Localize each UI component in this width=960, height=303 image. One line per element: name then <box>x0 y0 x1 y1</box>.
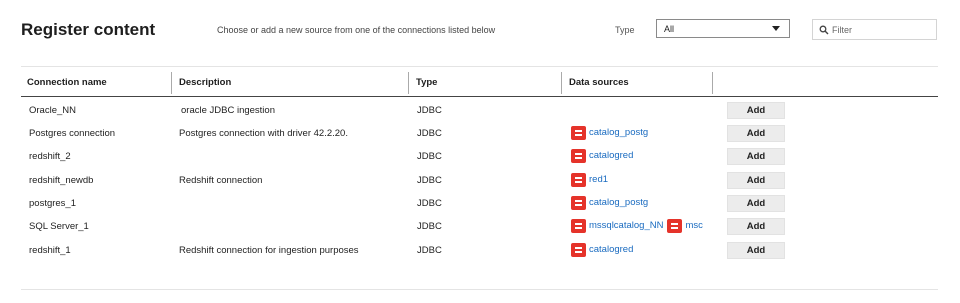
data-source-link[interactable]: catalogred <box>571 243 633 257</box>
data-sources-cell: catalog_postg <box>571 196 709 212</box>
database-icon <box>571 173 586 187</box>
table-row: redshift_2 JDBC catalogred Add <box>21 145 938 168</box>
connection-name: postgres_1 <box>29 198 77 209</box>
data-sources-cell: catalog_postg <box>571 126 709 142</box>
table-row: Postgres connection Postgres connection w… <box>21 122 938 145</box>
database-icon <box>571 196 586 210</box>
database-icon <box>571 149 586 163</box>
database-icon <box>571 219 586 233</box>
data-source-link[interactable]: msc <box>667 219 703 233</box>
data-sources-cell: red1 <box>571 173 709 189</box>
connection-name: Postgres connection <box>29 128 116 139</box>
data-source-link[interactable]: catalogred <box>571 149 633 163</box>
database-icon <box>571 126 586 140</box>
data-source-label: msc <box>685 220 703 231</box>
header-description: Description <box>179 77 232 88</box>
header-type: Type <box>416 77 438 88</box>
header-connection-name: Connection name <box>27 77 107 88</box>
connection-name: redshift_newdb <box>29 175 94 186</box>
connection-name: redshift_1 <box>29 245 71 256</box>
add-button[interactable]: Add <box>727 102 785 119</box>
add-button[interactable]: Add <box>727 125 785 142</box>
connection-description: oracle JDBC ingestion <box>181 105 275 116</box>
connection-type: JDBC <box>417 128 442 139</box>
connection-name: redshift_2 <box>29 151 71 162</box>
connection-description: Redshift connection for ingestion purpos… <box>179 245 359 256</box>
data-sources-cell: mssqlcatalog_NN msc <box>571 219 709 235</box>
data-source-link[interactable]: catalog_postg <box>571 196 648 210</box>
column-separator <box>171 72 172 94</box>
add-button[interactable]: Add <box>727 218 785 235</box>
add-button[interactable]: Add <box>727 148 785 165</box>
column-separator <box>561 72 562 94</box>
database-icon <box>571 243 586 257</box>
table-row: redshift_1 Redshift connection for ingest… <box>21 239 938 262</box>
data-source-link[interactable]: catalog_postg <box>571 126 648 140</box>
page-title: Register content <box>21 20 156 39</box>
column-separator <box>712 72 713 94</box>
column-separator <box>408 72 409 94</box>
table-row: SQL Server_1 JDBC mssqlcatalog_NN msc Add <box>21 215 938 238</box>
connection-name: Oracle_NN <box>29 105 76 116</box>
data-source-label: catalog_postg <box>589 127 649 138</box>
connection-type: JDBC <box>417 175 442 186</box>
table-row: redshift_newdb Redshift connection JDBC red… <box>21 169 938 192</box>
table-row: postgres_1 JDBC catalog_postg Add <box>21 192 938 215</box>
data-source-label: catalogred <box>589 244 634 255</box>
connection-description: Redshift connection <box>179 175 263 186</box>
data-source-link[interactable]: red1 <box>571 173 608 187</box>
connection-type: JDBC <box>417 198 442 209</box>
filter-input[interactable]: Filter <box>812 19 937 40</box>
chevron-down-icon <box>772 26 780 31</box>
add-button[interactable]: Add <box>727 195 785 212</box>
data-sources-cell <box>571 103 709 119</box>
filter-placeholder: Filter <box>832 25 852 35</box>
data-source-label: mssqlcatalog_NN <box>589 220 664 231</box>
connection-name: SQL Server_1 <box>29 221 89 232</box>
bottom-divider <box>21 289 938 290</box>
data-sources-cell: catalogred <box>571 243 709 259</box>
connection-type: JDBC <box>417 105 442 116</box>
add-button[interactable]: Add <box>727 242 785 259</box>
type-select-value: All <box>664 24 675 34</box>
data-source-label: red1 <box>589 174 609 185</box>
data-source-label: catalogred <box>589 150 634 161</box>
table-row: Oracle_NN oracle JDBC ingestion JDBC Add <box>21 99 938 122</box>
type-select[interactable]: All <box>656 19 790 38</box>
page-subtitle: Choose or add a new source from one of t… <box>217 25 496 35</box>
top-divider <box>21 66 938 67</box>
header-data-sources: Data sources <box>569 77 629 88</box>
data-source-label: catalog_postg <box>589 197 649 208</box>
connection-type: JDBC <box>417 245 442 256</box>
connection-type: JDBC <box>417 151 442 162</box>
connection-description: Postgres connection with driver 42.2.20. <box>179 128 348 139</box>
table-header: Connection name Description Type Data so… <box>21 70 938 97</box>
data-source-link[interactable]: mssqlcatalog_NN <box>571 219 663 233</box>
connection-type: JDBC <box>417 221 442 232</box>
database-icon <box>667 219 683 233</box>
type-label: Type <box>615 25 635 35</box>
data-sources-cell: catalogred <box>571 149 709 165</box>
search-icon <box>819 25 829 35</box>
add-button[interactable]: Add <box>727 172 785 189</box>
